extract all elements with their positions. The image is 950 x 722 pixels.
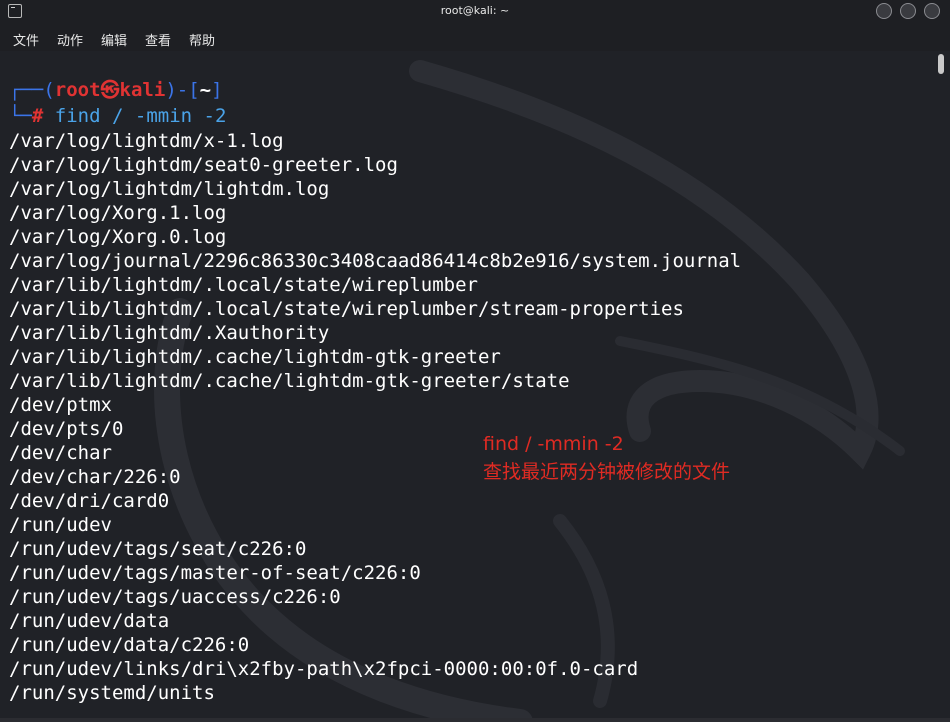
prompt-host: kali <box>119 79 166 101</box>
title-bar: root@kali: ~ <box>0 0 950 23</box>
prompt-frame-end: ] <box>211 79 223 101</box>
prompt-line-1: ┌──(root㉿kali)-[~] <box>9 78 223 102</box>
prompt-at: ㉿ <box>100 79 120 101</box>
annotation-command: find / -mmin -2 <box>483 433 624 455</box>
output-line: /var/lib/lightdm/.cache/lightdm-gtk-gree… <box>9 346 501 368</box>
menu-file[interactable]: 文件 <box>13 30 39 49</box>
maximize-button[interactable] <box>900 3 916 19</box>
terminal-area[interactable]: ┌──(root㉿kali)-[~] └─# find / -mmin -2 /… <box>0 51 950 722</box>
scrollbar-thumb[interactable] <box>938 54 944 74</box>
menu-actions[interactable]: 动作 <box>57 30 83 49</box>
output-line: /run/udev/data/c226:0 <box>9 634 250 656</box>
command-args: / -mmin -2 <box>100 105 227 127</box>
prompt-user: root <box>54 79 101 101</box>
prompt-frame-open: ┌──( <box>9 79 55 101</box>
output-line: /var/log/Xorg.0.log <box>9 226 227 248</box>
annotation-description: 查找最近两分钟被修改的文件 <box>483 461 731 483</box>
output-line: /run/udev/links/dri\x2fby-path\x2fpci-00… <box>9 658 639 680</box>
output-line: /dev/ptmx <box>9 394 112 416</box>
output-line: /var/log/journal/2296c86330c3408caad8641… <box>9 250 742 272</box>
menu-view[interactable]: 查看 <box>145 30 171 49</box>
output-line: /var/log/lightdm/x-1.log <box>9 130 284 152</box>
output-line: /var/lib/lightdm/.cache/lightdm-gtk-gree… <box>9 370 570 392</box>
window-title: root@kali: ~ <box>440 4 510 17</box>
command-output: /var/log/lightdm/x-1.log/var/log/lightdm… <box>9 129 741 705</box>
prompt-dir: ~ <box>199 79 212 101</box>
output-line: /dev/dri/card0 <box>9 490 170 512</box>
prompt-hash: # <box>31 105 44 127</box>
prompt-hash-prefix: └─ <box>9 105 32 127</box>
output-line: /run/udev/tags/master-of-seat/c226:0 <box>9 562 421 584</box>
output-line: /var/lib/lightdm/.local/state/wireplumbe… <box>9 274 478 296</box>
minimize-button[interactable] <box>876 3 892 19</box>
output-line: /run/systemd/units <box>9 682 215 704</box>
output-line: /var/log/lightdm/seat0-greeter.log <box>9 154 398 176</box>
menu-help[interactable]: 帮助 <box>189 30 215 49</box>
command-name: find <box>54 105 101 127</box>
output-line: /run/udev <box>9 514 112 536</box>
output-line: /var/log/lightdm/lightdm.log <box>9 178 330 200</box>
prompt-frame-mid: )-[ <box>165 79 200 101</box>
menu-edit[interactable]: 编辑 <box>101 30 127 49</box>
output-line: /var/lib/lightdm/.local/state/wireplumbe… <box>9 298 684 320</box>
output-line: /run/udev/tags/seat/c226:0 <box>9 538 307 560</box>
output-line: /var/lib/lightdm/.Xauthority <box>9 322 330 344</box>
menu-bar: 文件 动作 编辑 查看 帮助 <box>0 23 950 51</box>
output-line: /run/udev/tags/uaccess/c226:0 <box>9 586 341 608</box>
close-button[interactable] <box>924 3 940 19</box>
bottom-edge <box>0 718 950 722</box>
output-line: /run/udev/data <box>9 610 170 632</box>
output-line: /dev/pts/0 <box>9 418 124 440</box>
output-line: /var/log/Xorg.1.log <box>9 202 227 224</box>
prompt-line-2: └─# find / -mmin -2 <box>9 104 226 128</box>
